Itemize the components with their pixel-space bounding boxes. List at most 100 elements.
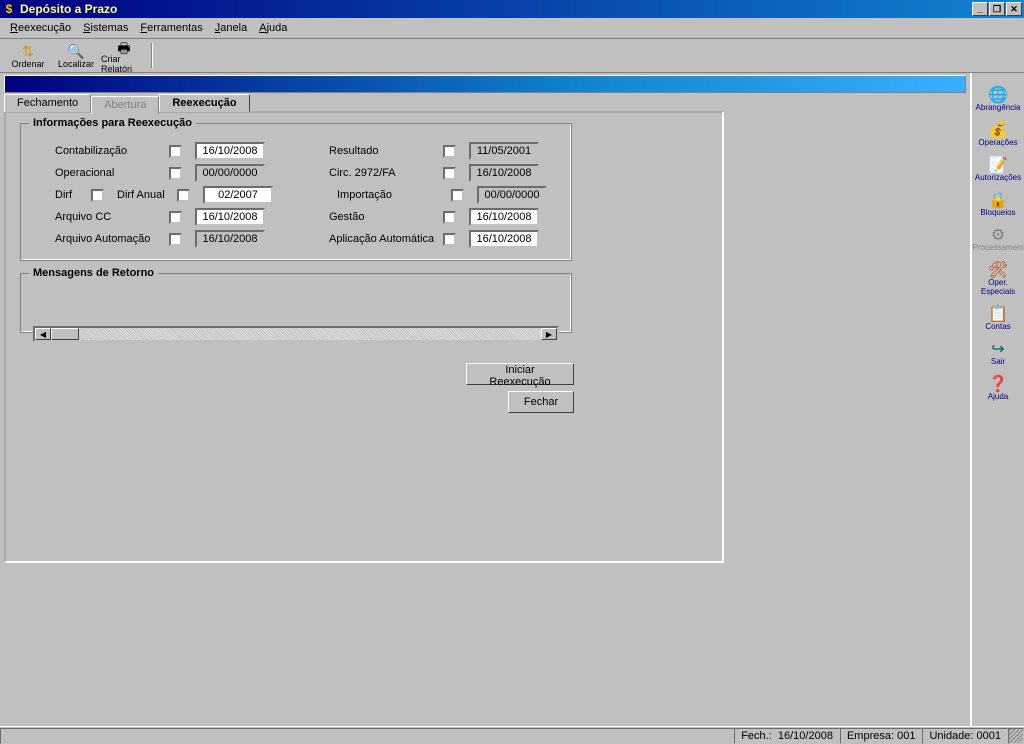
sidebar-oper-especiais-label: Oper. Especiais bbox=[974, 278, 1022, 296]
label-dirf-anual: Dirf Anual bbox=[117, 189, 173, 201]
status-unidade: Unidade: 0001 bbox=[922, 728, 1008, 744]
menu-reexecucao[interactable]: Reexecução bbox=[4, 20, 77, 36]
sidebar-sair-label: Sair bbox=[991, 357, 1005, 366]
label-aplicacao-auto: Aplicação Automática bbox=[329, 233, 439, 245]
label-contabilizacao: Contabilização bbox=[55, 145, 165, 157]
toolbar-relatorio-label: Criar Relatóri bbox=[101, 54, 147, 74]
app-icon: $ bbox=[2, 2, 16, 16]
tab-reexecucao[interactable]: Reexecução bbox=[159, 94, 249, 112]
group-mensagens-title: Mensagens de Retorno bbox=[29, 267, 158, 279]
sidebar-autorizacoes-label: Autorizações bbox=[975, 173, 1021, 182]
panel-body: Informações para Reexecução Contabilizaç… bbox=[4, 111, 724, 563]
statusbar: Fech.: 16/10/2008 Empresa: 001 Unidade: … bbox=[0, 726, 1024, 744]
field-contabilizacao[interactable] bbox=[195, 142, 265, 160]
sidebar-sair[interactable]: ↪ Sair bbox=[974, 337, 1022, 368]
checkbox-dirf-anual[interactable] bbox=[177, 189, 190, 202]
content-area: Fechamento Abertura Reexecução Informaçõ… bbox=[0, 73, 970, 726]
field-importacao[interactable] bbox=[477, 186, 547, 204]
checkbox-dirf[interactable] bbox=[91, 189, 104, 202]
sidebar-ajuda[interactable]: ❓ Ajuda bbox=[974, 372, 1022, 403]
checkbox-aplicacao-auto[interactable] bbox=[443, 233, 456, 246]
process-icon: ⚙ bbox=[991, 225, 1005, 243]
globe-icon: 🌐 bbox=[988, 85, 1008, 103]
menu-janela[interactable]: Janela bbox=[209, 20, 253, 36]
checkbox-gestao[interactable] bbox=[443, 211, 456, 224]
label-arquivo-cc: Arquivo CC bbox=[55, 211, 165, 223]
field-dirf-anual[interactable] bbox=[203, 186, 273, 204]
action-buttons: Iniciar Reexecução Fechar bbox=[466, 363, 574, 413]
checkbox-circ[interactable] bbox=[443, 167, 456, 180]
edit-icon: 📝 bbox=[988, 155, 1008, 173]
sidebar-operacoes-label: Operações bbox=[978, 138, 1017, 147]
menu-ferramentas[interactable]: Ferramentas bbox=[134, 20, 208, 36]
label-importacao: Importação bbox=[337, 189, 447, 201]
checkbox-arquivo-automacao[interactable] bbox=[169, 233, 182, 246]
exit-icon: ↪ bbox=[991, 339, 1004, 357]
field-arquivo-cc[interactable] bbox=[195, 208, 265, 226]
checkbox-importacao[interactable] bbox=[451, 189, 464, 202]
titlebar: $ Depósito a Prazo _ ❐ ✕ bbox=[0, 0, 1024, 18]
field-gestao[interactable] bbox=[469, 208, 539, 226]
fechar-button[interactable]: Fechar bbox=[508, 391, 574, 413]
print-icon: 🖶 bbox=[117, 38, 130, 54]
toolbar-ordenar[interactable]: ⇅ Ordenar bbox=[4, 41, 52, 70]
tools-icon: 🛠 bbox=[988, 260, 1008, 278]
accounts-icon: 📋 bbox=[988, 304, 1008, 322]
toolbar: ⇅ Ordenar 🔍 Localizar 🖶 Criar Relatóri bbox=[0, 39, 1024, 73]
sidebar: 🌐 Abrangência 💰 Operações 📝 Autorizações… bbox=[970, 73, 1024, 726]
sidebar-bloqueios[interactable]: 🔒 Bloqueios bbox=[974, 188, 1022, 219]
toolbar-criar-relatorio[interactable]: 🖶 Criar Relatóri bbox=[100, 41, 148, 70]
toolbar-localizar[interactable]: 🔍 Localizar bbox=[52, 41, 100, 70]
window-title: Depósito a Prazo bbox=[20, 2, 972, 16]
sidebar-contas[interactable]: 📋 Contas bbox=[974, 302, 1022, 333]
toolbar-localizar-label: Localizar bbox=[58, 59, 94, 69]
field-resultado[interactable] bbox=[469, 142, 539, 160]
scroll-left-button[interactable]: ◀ bbox=[35, 328, 51, 340]
field-arquivo-automacao[interactable] bbox=[195, 230, 265, 248]
minimize-button[interactable]: _ bbox=[972, 2, 988, 16]
label-circ: Circ. 2972/FA bbox=[329, 167, 439, 179]
group-info-title: Informações para Reexecução bbox=[29, 117, 196, 129]
sidebar-abrangencia[interactable]: 🌐 Abrangência bbox=[974, 83, 1022, 114]
sidebar-abrangencia-label: Abrangência bbox=[976, 103, 1021, 112]
scroll-thumb[interactable] bbox=[51, 328, 79, 340]
restore-button[interactable]: ❐ bbox=[989, 2, 1005, 16]
label-resultado: Resultado bbox=[329, 145, 439, 157]
toolbar-ordenar-label: Ordenar bbox=[11, 59, 44, 69]
lock-icon: 🔒 bbox=[988, 190, 1008, 208]
field-aplicacao-auto[interactable] bbox=[469, 230, 539, 248]
group-mensagens: Mensagens de Retorno ◀ ▶ bbox=[20, 273, 572, 333]
checkbox-contabilizacao[interactable] bbox=[169, 145, 182, 158]
help-icon: ❓ bbox=[988, 374, 1008, 392]
group-info-reexecucao: Informações para Reexecução Contabilizaç… bbox=[20, 123, 572, 261]
menu-sistemas[interactable]: Sistemas bbox=[77, 20, 134, 36]
sidebar-processamento-label: Processament bbox=[972, 243, 1023, 252]
money-icon: 💰 bbox=[988, 120, 1008, 138]
scroll-right-button[interactable]: ▶ bbox=[541, 328, 557, 340]
tab-fechamento[interactable]: Fechamento bbox=[4, 94, 91, 112]
sidebar-autorizacoes[interactable]: 📝 Autorizações bbox=[974, 153, 1022, 184]
tab-abertura[interactable]: Abertura bbox=[91, 96, 159, 114]
sidebar-bloqueios-label: Bloqueios bbox=[980, 208, 1015, 217]
checkbox-arquivo-cc[interactable] bbox=[169, 211, 182, 224]
sidebar-oper-especiais[interactable]: 🛠 Oper. Especiais bbox=[974, 258, 1022, 298]
messages-scrollbar[interactable]: ◀ ▶ bbox=[33, 326, 559, 342]
field-operacional[interactable] bbox=[195, 164, 265, 182]
field-circ[interactable] bbox=[469, 164, 539, 182]
menubar: Reexecução Sistemas Ferramentas Janela A… bbox=[0, 18, 1024, 39]
sidebar-processamento[interactable]: ⚙ Processament bbox=[974, 223, 1022, 254]
label-operacional: Operacional bbox=[55, 167, 165, 179]
status-empresa: Empresa: 001 bbox=[840, 728, 922, 744]
close-button[interactable]: ✕ bbox=[1006, 2, 1022, 16]
iniciar-reexecucao-button[interactable]: Iniciar Reexecução bbox=[466, 363, 574, 385]
checkbox-resultado[interactable] bbox=[443, 145, 456, 158]
checkbox-operacional[interactable] bbox=[169, 167, 182, 180]
label-dirf: Dirf bbox=[55, 189, 87, 201]
sidebar-contas-label: Contas bbox=[985, 322, 1010, 331]
sidebar-operacoes[interactable]: 💰 Operações bbox=[974, 118, 1022, 149]
menu-ajuda[interactable]: Ajuda bbox=[253, 20, 293, 36]
search-icon: 🔍 bbox=[67, 43, 84, 59]
main-container: Fechamento Abertura Reexecução Informaçõ… bbox=[0, 73, 1024, 726]
label-gestao: Gestão bbox=[329, 211, 439, 223]
status-fech: Fech.: 16/10/2008 bbox=[734, 728, 840, 744]
